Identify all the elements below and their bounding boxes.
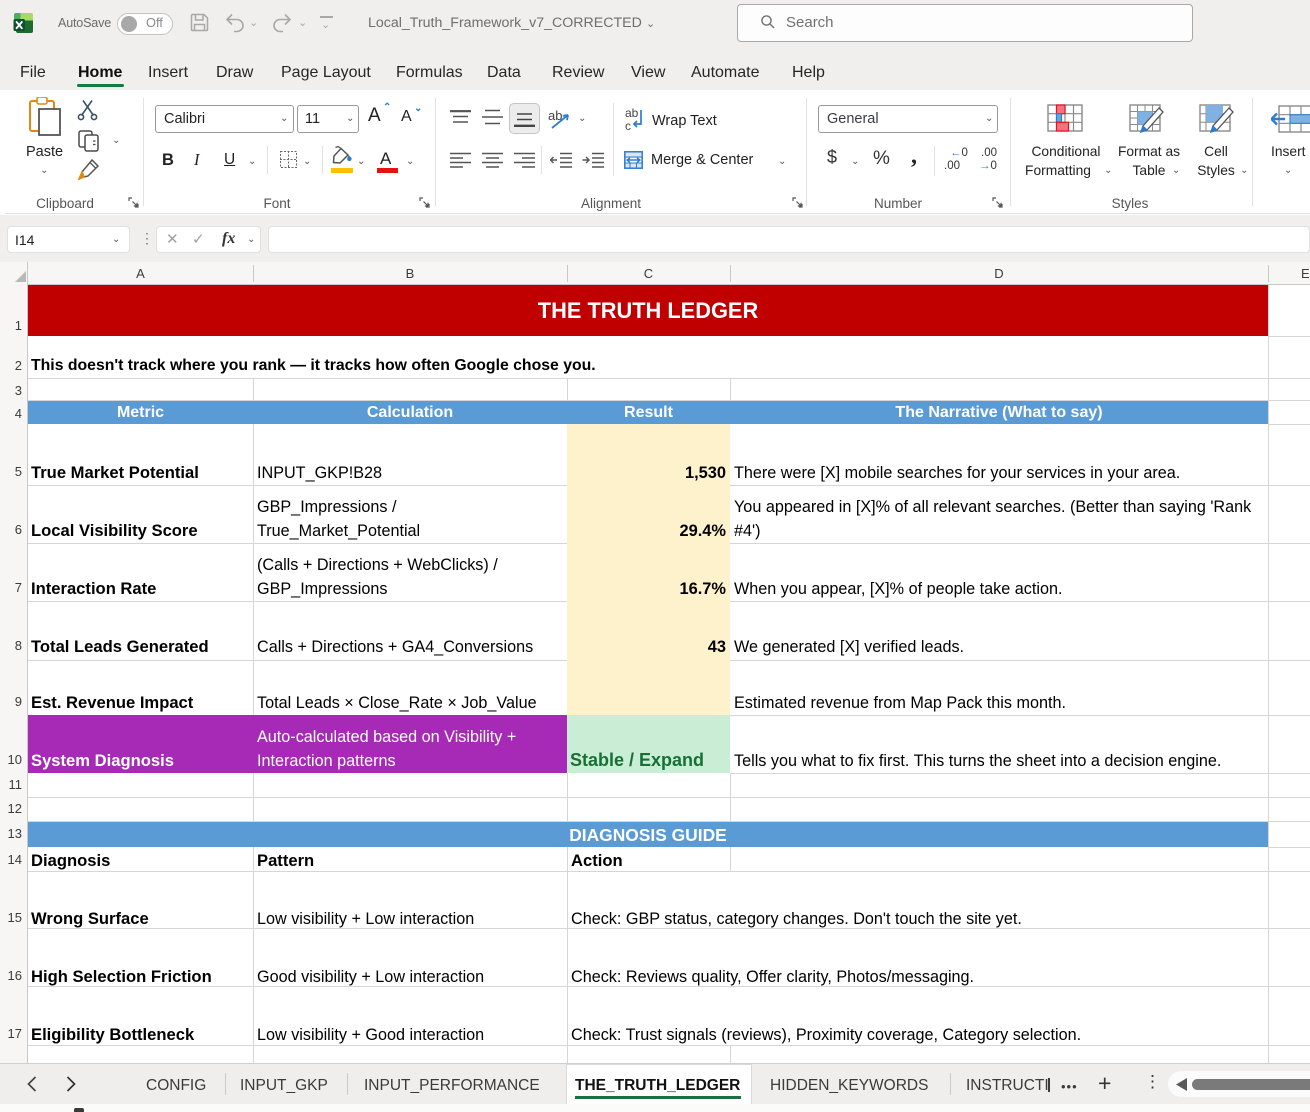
svg-text:c: c xyxy=(625,119,631,133)
